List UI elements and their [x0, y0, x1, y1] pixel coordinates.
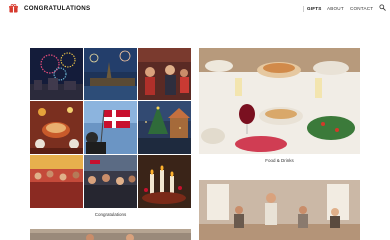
nav-about[interactable]: ABOUT [327, 4, 344, 13]
gallery-item-yoga-image[interactable] [199, 180, 360, 240]
site-header: CONGRATULATIONS GIFTS ABOUT CONTACT [0, 0, 390, 18]
gallery-item-food-drinks-image[interactable] [199, 48, 360, 154]
nav-divider [303, 6, 304, 12]
gallery-item-congratulations-image[interactable] [30, 48, 191, 208]
gift-box-icon[interactable] [9, 4, 18, 13]
gallery-item-partial-image[interactable] [30, 229, 191, 240]
site-brand-name[interactable]: CONGRATULATIONS [24, 4, 90, 13]
dinner-table-graphic [199, 48, 360, 154]
search-icon[interactable] [379, 4, 386, 11]
nav-contact[interactable]: CONTACT [350, 4, 373, 13]
gallery-caption-congratulations[interactable]: Congratulations [30, 212, 191, 218]
nav-gifts[interactable]: GIFTS [307, 4, 322, 13]
gallery-caption-food-drinks[interactable]: Food & Drinks [199, 158, 360, 164]
